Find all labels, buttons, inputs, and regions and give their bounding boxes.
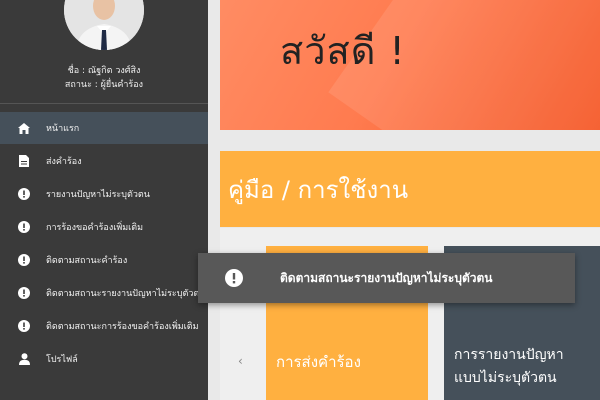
sidebar-item-track-anonymous-report[interactable]: ติดตามสถานะรายงานปัญหาไม่ระบุตัวตน <box>0 276 208 309</box>
manual-section-header: คู่มือ / การใช้งาน <box>220 151 600 227</box>
sidebar-item-label: ติดตามสถานะคำร้อง <box>46 255 128 266</box>
alert-icon <box>17 253 31 267</box>
card-label-line-1: การรายงานปัญหา <box>454 347 564 363</box>
card-label: การรายงานปัญหา แบบไม่ระบุตัวตน <box>454 344 564 390</box>
sidebar: ชื่อ : ณัฐกิต วงศ์สิง สถานะ : ผู้ยื่นคำร… <box>0 0 208 400</box>
avatar-photo <box>64 0 144 50</box>
profile-name: ชื่อ : ณัฐกิต วงศ์สิง <box>67 66 141 76</box>
alert-icon <box>17 319 31 333</box>
sidebar-item-label: หน้าแรก <box>46 124 80 134</box>
card-label-line-2: แบบไม่ระบุตัวตน <box>454 370 557 386</box>
main-content: สวัสดี ! คู่มือ / การใช้งาน ‹ การส่งคำร้… <box>208 0 600 400</box>
card-label: การส่งคำร้อง <box>276 353 361 371</box>
sidebar-nav: หน้าแรก ส่งคำร้อง รายงานปัญหาไม่ระบุตัวต… <box>0 112 208 375</box>
section-title: คู่มือ / การใช้งาน <box>228 175 409 204</box>
sidebar-item-label: การร้องขอคำร้องเพิ่มเติม <box>46 222 144 233</box>
sidebar-item-label: ส่งคำร้อง <box>46 156 82 167</box>
sidebar-item-submit-request[interactable]: ส่งคำร้อง <box>0 144 208 177</box>
avatar <box>64 0 144 50</box>
sidebar-item-label: ติดตามสถานะการร้องขอคำร้องเพิ่มเติม <box>46 321 199 332</box>
profile-status: สถานะ : ผู้ยื่นคำร้อง <box>64 80 144 90</box>
welcome-title: สวัสดี ! <box>280 29 406 73</box>
sidebar-item-label: ติดตามสถานะรายงานปัญหาไม่ระบุตัวตน <box>46 288 206 299</box>
sidebar-item-label: โปรไฟล์ <box>46 354 78 365</box>
carousel-prev-button[interactable]: ‹ <box>238 354 243 368</box>
sidebar-item-profile[interactable]: โปรไฟล์ <box>0 342 208 375</box>
sidebar-item-label: รายงานปัญหาไม่ระบุตัวตน <box>46 189 150 200</box>
sidebar-item-track-request[interactable]: ติดตามสถานะคำร้อง <box>0 243 208 276</box>
sidebar-item-additional-request[interactable]: การร้องขอคำร้องเพิ่มเติม <box>0 210 208 243</box>
sidebar-item-home[interactable]: หน้าแรก <box>0 112 208 144</box>
nav-tooltip: ติดตามสถานะรายงานปัญหาไม่ระบุตัวตน <box>198 253 575 303</box>
alert-icon <box>17 187 31 201</box>
document-icon <box>17 154 31 168</box>
home-icon <box>17 121 31 135</box>
profile-panel: ชื่อ : ณัฐกิต วงศ์สิง สถานะ : ผู้ยื่นคำร… <box>0 0 208 104</box>
person-icon <box>17 352 31 366</box>
alert-icon <box>225 269 243 287</box>
alert-icon <box>17 286 31 300</box>
sidebar-item-anonymous-report[interactable]: รายงานปัญหาไม่ระบุตัวตน <box>0 177 208 210</box>
alert-icon <box>17 220 31 234</box>
sidebar-item-track-additional-request[interactable]: ติดตามสถานะการร้องขอคำร้องเพิ่มเติม <box>0 309 208 342</box>
tooltip-text: ติดตามสถานะรายงานปัญหาไม่ระบุตัวตน <box>280 270 493 285</box>
welcome-banner: สวัสดี ! <box>220 0 600 130</box>
